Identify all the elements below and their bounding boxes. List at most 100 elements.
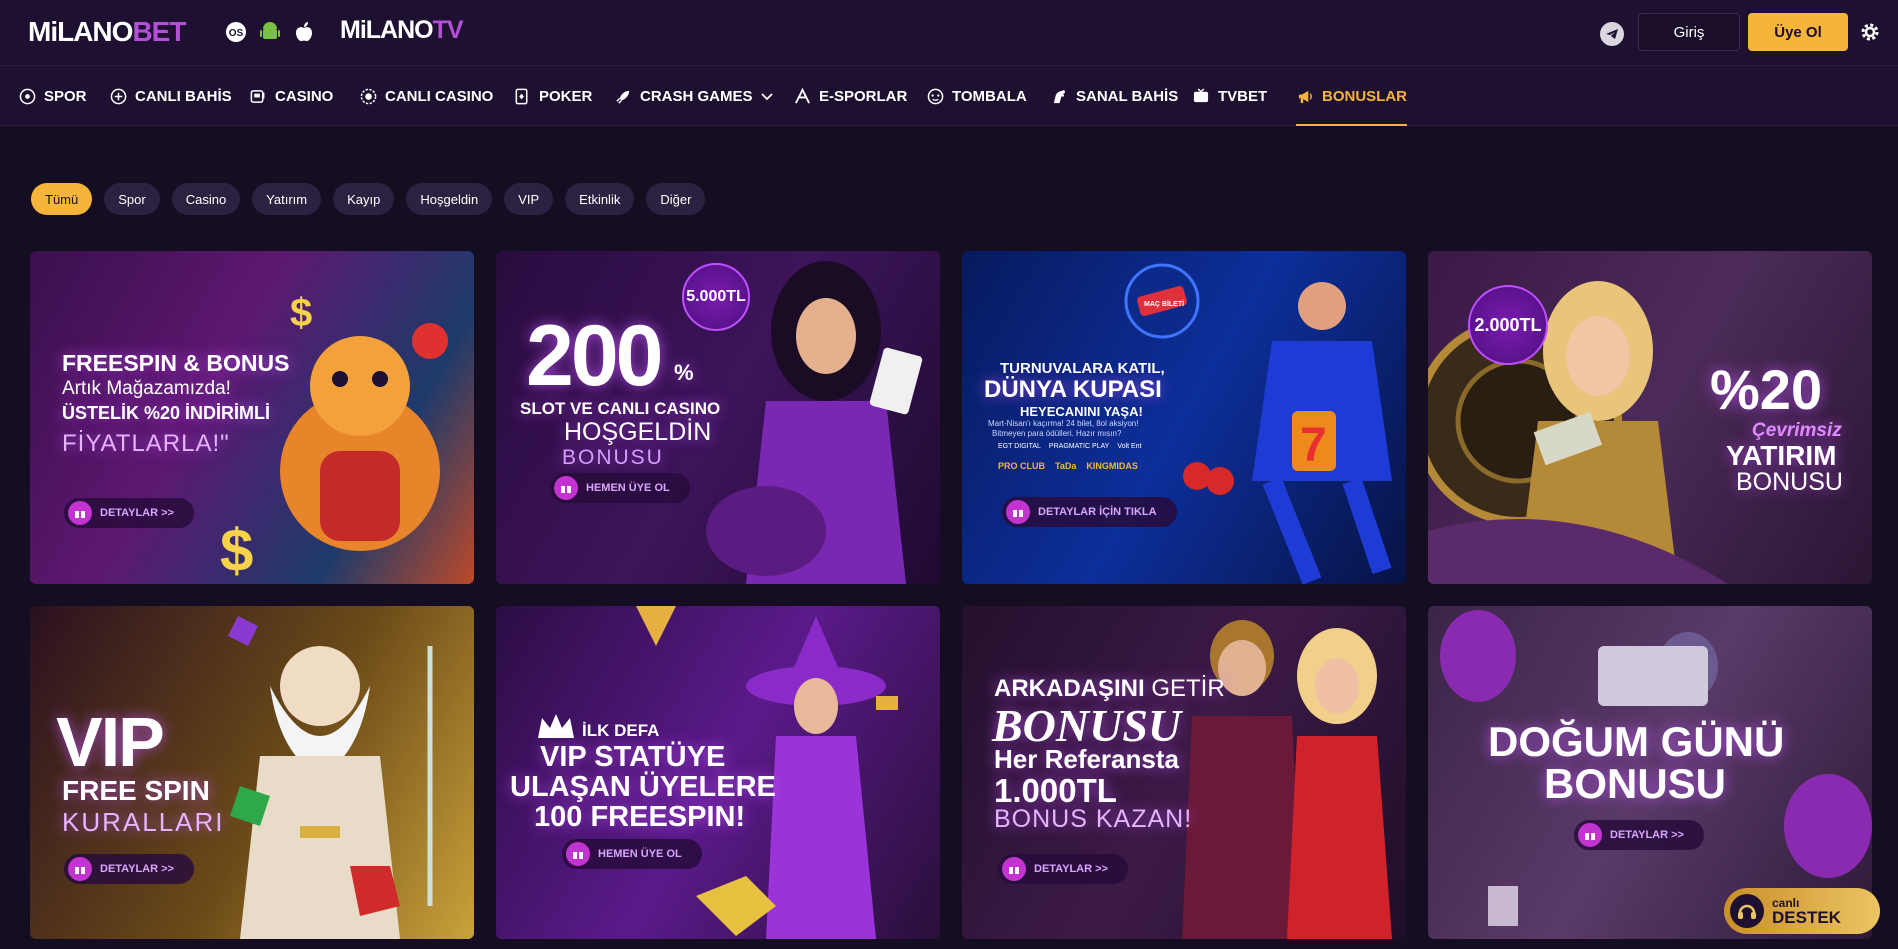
register-now-button[interactable]: HEMEN ÜYE OL — [550, 473, 690, 503]
bonus-amount-badge: 2.000TL — [1468, 285, 1548, 365]
card-subline-2: BONUS KAZAN! — [994, 805, 1193, 833]
gift-icon — [68, 857, 92, 881]
bonus-card-referral[interactable]: ARKADAŞINI GETİR BONUSU Her Referansta 1… — [962, 606, 1406, 939]
filter-casino[interactable]: Casino — [171, 183, 241, 215]
card-title: VIP — [56, 703, 165, 781]
megaphone-icon — [1296, 87, 1314, 105]
rocket-icon — [614, 87, 632, 105]
card-subline: HEYECANINI YAŞA! — [1020, 404, 1143, 419]
bonus-amount-badge: 5.000TL — [682, 263, 750, 331]
nav-item-tvbet[interactable]: TVBET — [1192, 66, 1267, 126]
bonus-card-freespin-store[interactable]: $ $ FREESPIN & BONUS Artık Mağazamızda! … — [30, 251, 474, 584]
login-button[interactable]: Giriş — [1638, 13, 1740, 51]
match-ticket-icon: MAÇ BİLETİ — [1124, 263, 1200, 339]
android-icon[interactable] — [258, 20, 282, 44]
card-subline-2: KURALLARI — [62, 807, 225, 837]
svg-text:OS: OS — [229, 28, 244, 39]
nav-item-crash-games[interactable]: CRASH GAMES — [614, 66, 773, 126]
svg-text:MAÇ BİLETİ: MAÇ BİLETİ — [1144, 300, 1184, 308]
filter-etkinlik[interactable]: Etkinlik — [565, 183, 635, 215]
details-button[interactable]: DETAYLAR >> — [64, 854, 194, 884]
provider-logo: PRAGMATIC PLAY — [1048, 443, 1110, 450]
svg-text:7: 7 — [1300, 419, 1327, 472]
chevron-down-icon — [760, 88, 773, 105]
gift-icon — [1006, 500, 1030, 524]
bonus-card-deposit[interactable]: 2.000TL %20 Çevrimsiz YATIRIM BONUSU — [1428, 251, 1872, 584]
bonus-card-welcome[interactable]: 5.000TL 200 % SLOT VE CANLI CASINO HOŞGE… — [496, 251, 940, 584]
filter-kayip[interactable]: Kayıp — [333, 183, 395, 215]
nav-item-canli-casino[interactable]: CANLI CASINO — [359, 66, 493, 126]
nav-item-spor[interactable]: SPOR — [18, 66, 87, 126]
card-big-number: %20 — [1710, 358, 1823, 421]
card-subline-2: BONUSU — [1736, 468, 1843, 496]
provider-logo: Volt Ent — [1117, 443, 1142, 450]
card-subline-2: 100 FREESPIN! — [534, 801, 746, 833]
percent-sign: % — [674, 360, 694, 385]
gift-icon — [1578, 823, 1602, 847]
card-amount: 1.000TL — [994, 772, 1117, 809]
register-button[interactable]: Üye Ol — [1748, 13, 1848, 51]
provider-logo: TaDa — [1055, 461, 1077, 471]
tv-icon — [1192, 87, 1210, 105]
filter-diger[interactable]: Diğer — [646, 183, 706, 215]
nav-item-tombala[interactable]: TOMBALA — [926, 66, 1027, 126]
card-headline: FREESPIN & BONUS — [62, 350, 290, 376]
nav-item-sanal-bahis[interactable]: SANAL BAHİS — [1050, 66, 1178, 126]
milanobet-logo[interactable]: MiLANOBET — [28, 16, 186, 48]
headset-icon — [1730, 894, 1764, 928]
card-title: VIP STATÜYE — [540, 741, 726, 773]
filter-tumu[interactable]: Tümü — [31, 183, 93, 215]
apple-icon[interactable] — [292, 20, 316, 44]
tiger-mascot-image: $ $ — [220, 291, 448, 584]
couple-image — [1182, 620, 1392, 939]
details-button[interactable]: DETAYLAR İÇİN TIKLA — [1002, 497, 1177, 527]
nav-item-canli-bahis[interactable]: CANLI BAHİS — [109, 66, 232, 126]
register-now-button[interactable]: HEMEN ÜYE OL — [562, 839, 702, 869]
crown-icon — [538, 714, 574, 738]
bonus-card-world-cup[interactable]: 7 MAÇ BİLETİ TURNUVALARA KATIL, DÜNYA KU… — [962, 251, 1406, 584]
nav-item-casino[interactable]: CASINO — [249, 66, 333, 126]
card-subline: Çevrimsiz — [1752, 420, 1842, 441]
details-button[interactable]: DETAYLAR >> — [998, 854, 1128, 884]
card-small-text: Mart-Nisan'ı kaçırma! 24 bilet, 8ol aksi… — [988, 419, 1139, 428]
bonus-filter-bar: Tümü Spor Casino Yatırım Kayıp Hoşgeldin… — [31, 183, 706, 215]
details-button[interactable]: DETAYLAR >> — [1574, 820, 1704, 850]
card-title: DÜNYA KUPASI — [984, 376, 1162, 403]
provider-logos-row-2: PRO CLUB TaDa KINGMIDAS — [998, 461, 1138, 471]
horse-icon — [1050, 87, 1068, 105]
filter-hosgeldin[interactable]: Hoşgeldin — [406, 183, 493, 215]
slot-icon — [249, 87, 267, 105]
filter-vip[interactable]: VIP — [504, 183, 554, 215]
gift-icon — [1002, 857, 1026, 881]
details-button[interactable]: DETAYLAR >> — [64, 498, 194, 528]
filter-yatirim[interactable]: Yatırım — [252, 183, 322, 215]
provider-logo: EGT DIGITAL — [998, 443, 1041, 450]
milanotv-logo[interactable]: MiLANOTV — [340, 16, 464, 45]
top-bar: MiLANOBET OS MiLANOTV Giriş Üye Ol — [0, 0, 1898, 66]
live-support-button[interactable]: canlı DESTEK — [1724, 888, 1880, 934]
gift-icon — [566, 842, 590, 866]
windows-icon[interactable]: OS — [224, 20, 248, 44]
gear-icon[interactable] — [1858, 20, 1882, 44]
card-subline: Her Referansta — [994, 744, 1179, 774]
bonus-card-vip-free-spin[interactable]: VIP FREE SPIN KURALLARI DETAYLAR >> — [30, 606, 474, 939]
nav-item-bonuslar[interactable]: BONUSLAR — [1296, 66, 1407, 126]
gift-icon — [554, 476, 578, 500]
app-download-icons: OS — [224, 20, 316, 44]
filter-spor[interactable]: Spor — [104, 183, 160, 215]
bonus-card-vip-status[interactable]: İLK DEFA VIP STATÜYE ULAŞAN ÜYELERE 100 … — [496, 606, 940, 939]
card-small-text-2: Bitmeyen para ödülleri. Hazır mısın? — [992, 429, 1122, 438]
nav-item-e-sporlar[interactable]: E-SPORLAR — [793, 66, 907, 126]
zeus-image — [228, 616, 433, 939]
nav-item-poker[interactable]: POKER — [513, 66, 592, 126]
gift-icon — [68, 501, 92, 525]
cards-icon — [513, 87, 531, 105]
esports-icon — [793, 87, 811, 105]
card-subline: Artık Mağazamızda! — [62, 378, 231, 399]
telegram-icon[interactable] — [1600, 22, 1624, 46]
card-subline-2: BONUSU — [562, 446, 664, 469]
svg-text:$: $ — [220, 517, 253, 584]
card-headline: TURNUVALARA KATIL, — [1000, 360, 1165, 377]
card-subline: BONUSU — [1544, 760, 1727, 807]
chip-icon — [359, 87, 377, 105]
